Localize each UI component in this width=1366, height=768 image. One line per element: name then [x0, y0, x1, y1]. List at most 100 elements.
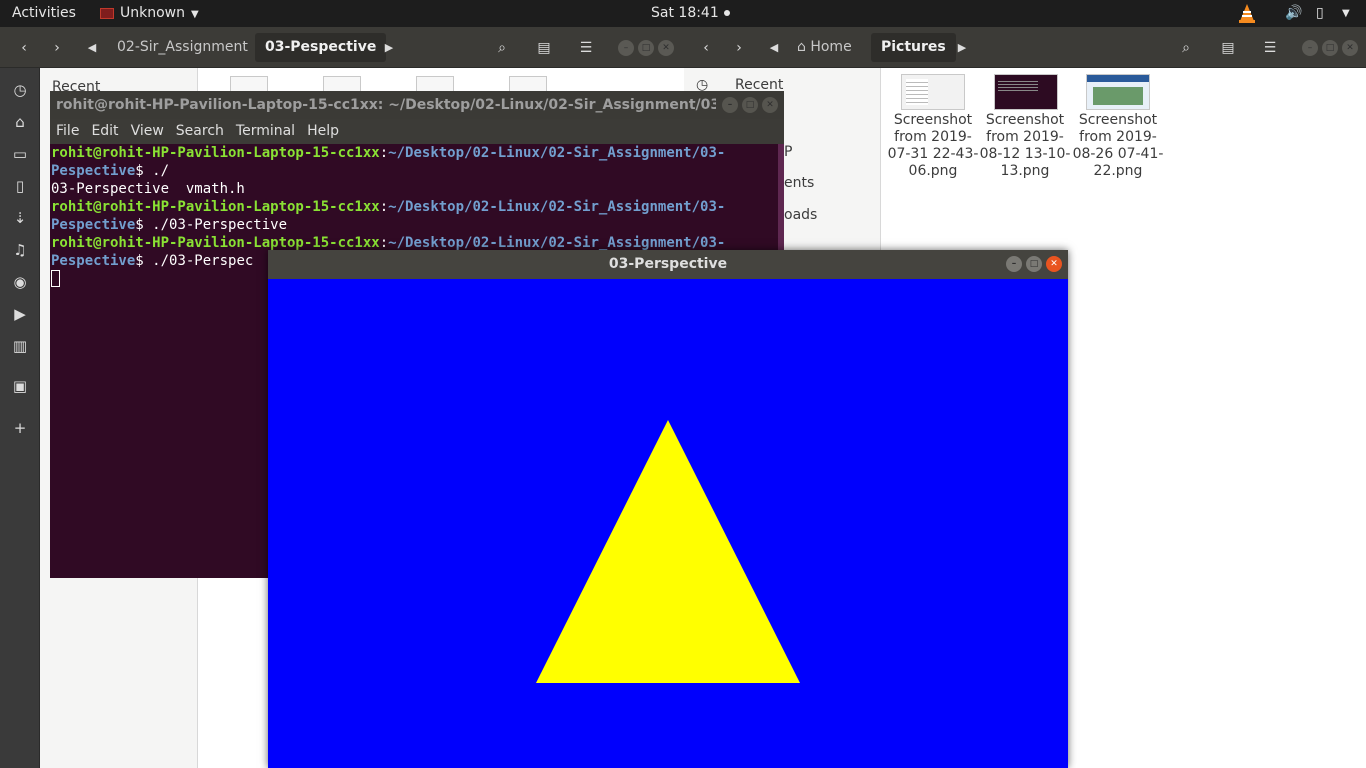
file-name-line: 06.png: [908, 163, 958, 179]
prompt-path: ~/Desktop/02-Linux/02-Sir_Assignment/03-: [388, 145, 726, 161]
prompt-user: rohit@rohit-HP-Pavilion-Laptop-15-cc1xx: [51, 145, 380, 161]
view-toggle-button[interactable]: ▤: [1214, 33, 1242, 62]
prompt-path: ~/Desktop/02-Linux/02-Sir_Assignment/03-: [388, 199, 726, 215]
file-item[interactable]: Screenshot from 2019- 07-31 22-43- 06.pn…: [887, 68, 979, 188]
maximize-button[interactable]: □: [1026, 256, 1042, 272]
file-name-line: Screenshot: [893, 112, 973, 128]
minimize-button[interactable]: –: [618, 40, 634, 56]
path-item-03-pespective[interactable]: 03-Pespective: [255, 33, 387, 62]
path-scroll-left-button[interactable]: ◀: [82, 33, 102, 62]
menu-terminal[interactable]: Terminal: [236, 119, 295, 144]
app-icon: [100, 7, 114, 19]
command-text: ./: [143, 163, 170, 179]
opengl-titlebar: 03-Perspective – □ ✕: [268, 250, 1068, 279]
path-item-home[interactable]: ⌂ Home: [787, 33, 862, 62]
trash-icon[interactable]: ▥: [8, 334, 32, 358]
file-name-line: Screenshot: [1078, 112, 1158, 128]
menu-button[interactable]: ☰: [1256, 33, 1284, 62]
list-view-icon: ▤: [1221, 39, 1235, 56]
opengl-canvas[interactable]: [268, 279, 1068, 768]
prompt-path: Pespective: [51, 253, 136, 269]
sidebar-item-desktop[interactable]: P: [784, 144, 792, 160]
top-bar: Activities Unknown ▼ Sat 18:41 🔊 ▯ ▼: [0, 0, 1366, 27]
recent-icon[interactable]: ◷: [8, 78, 32, 102]
maximize-button[interactable]: □: [1322, 40, 1338, 56]
camera-icon[interactable]: ◉: [8, 270, 32, 294]
back-button[interactable]: ‹: [692, 33, 720, 62]
home-icon[interactable]: ⌂: [8, 110, 32, 134]
files-window-left-header: ‹ › ◀ 02-Sir_Assignment 03-Pespective ▶ …: [0, 27, 684, 68]
maximize-button[interactable]: □: [638, 40, 654, 56]
path-item-02-sir-assignment[interactable]: 02-Sir_Assignment: [107, 33, 258, 62]
search-icon: ⌕: [498, 39, 506, 56]
prompt-path: ~/Desktop/02-Linux/02-Sir_Assignment/03-: [388, 235, 726, 251]
document-icon[interactable]: ▯: [8, 174, 32, 198]
path-scroll-right-button[interactable]: ▶: [379, 33, 399, 62]
window-title: 03-Perspective: [608, 256, 728, 272]
close-button[interactable]: ✕: [1342, 40, 1358, 56]
image-thumbnail-icon: [1086, 74, 1150, 110]
prompt-path: Pespective: [51, 163, 136, 179]
home-icon: ⌂: [797, 39, 806, 55]
hamburger-icon: ☰: [579, 39, 593, 56]
back-button[interactable]: ‹: [10, 33, 38, 62]
close-button[interactable]: ✕: [1046, 256, 1062, 272]
forward-button[interactable]: ›: [725, 33, 753, 62]
menu-file[interactable]: File: [56, 119, 79, 144]
clock[interactable]: Sat 18:41: [651, 0, 730, 27]
text-cursor: [51, 270, 60, 287]
sidebar-item-downloads[interactable]: oads: [784, 207, 817, 223]
yellow-triangle: [536, 420, 800, 683]
download-icon[interactable]: ⇣: [8, 206, 32, 230]
path-scroll-left-button[interactable]: ◀: [764, 33, 784, 62]
opengl-window: 03-Perspective – □ ✕: [268, 250, 1068, 768]
search-button[interactable]: ⌕: [488, 33, 516, 62]
video-icon[interactable]: ▶: [8, 302, 32, 326]
view-toggle-button[interactable]: ▤: [530, 33, 558, 62]
close-button[interactable]: ✕: [762, 97, 778, 113]
drive-icon[interactable]: ▣: [8, 374, 32, 398]
image-thumbnail-icon: [901, 74, 965, 110]
close-button[interactable]: ✕: [658, 40, 674, 56]
system-menu-icon[interactable]: ▼: [1342, 0, 1350, 27]
file-name-line: 08-26 07-41-: [1072, 146, 1164, 162]
file-name-line: from 2019-: [894, 129, 972, 145]
prompt-user: rohit@rohit-HP-Pavilion-Laptop-15-cc1xx: [51, 199, 380, 215]
activities-button[interactable]: Activities: [12, 0, 76, 27]
menu-view[interactable]: View: [131, 119, 164, 144]
image-thumbnail-icon: [994, 74, 1058, 110]
maximize-button[interactable]: □: [742, 97, 758, 113]
command-output: 03-Perspective vmath.h: [51, 181, 245, 197]
path-item-pictures[interactable]: Pictures: [871, 33, 956, 62]
menu-button[interactable]: ☰: [572, 33, 600, 62]
minimize-button[interactable]: –: [1006, 256, 1022, 272]
menu-edit[interactable]: Edit: [91, 119, 118, 144]
file-item[interactable]: Screenshot from 2019- 08-26 07-41- 22.pn…: [1072, 68, 1164, 188]
search-button[interactable]: ⌕: [1172, 33, 1200, 62]
files-window-right-header: ‹ › ◀ ⌂ Home Pictures ▶ ⌕ ▤ ☰ – □ ✕: [684, 27, 1366, 68]
list-view-icon: ▤: [537, 39, 551, 56]
minimize-button[interactable]: –: [722, 97, 738, 113]
menu-search[interactable]: Search: [176, 119, 224, 144]
battery-icon[interactable]: ▯: [1316, 0, 1324, 27]
volume-icon[interactable]: 🔊: [1285, 0, 1302, 27]
terminal-menubar: File Edit View Search Terminal Help: [50, 119, 784, 144]
file-item[interactable]: Screenshot from 2019- 08-12 13-10- 13.pn…: [979, 68, 1071, 188]
chevron-down-icon: ▼: [191, 9, 199, 20]
menu-help[interactable]: Help: [307, 119, 339, 144]
file-name-line: 08-12 13-10-: [979, 146, 1071, 162]
hamburger-icon: ☰: [1263, 39, 1277, 56]
forward-button[interactable]: ›: [43, 33, 71, 62]
app-menu[interactable]: Unknown ▼: [100, 0, 199, 27]
render-surface: [536, 420, 800, 683]
path-scroll-right-button[interactable]: ▶: [952, 33, 972, 62]
prompt-user: rohit@rohit-HP-Pavilion-Laptop-15-cc1xx: [51, 235, 380, 251]
minimize-button[interactable]: –: [1302, 40, 1318, 56]
command-text: ./03-Perspective: [143, 217, 288, 233]
sidebar-item-documents[interactable]: ents: [784, 175, 814, 191]
add-location-icon[interactable]: +: [8, 416, 32, 440]
music-icon[interactable]: ♫: [8, 238, 32, 262]
vlc-tray-icon[interactable]: [1238, 0, 1256, 27]
folder-icon[interactable]: ▭: [8, 142, 32, 166]
terminal-titlebar: rohit@rohit-HP-Pavilion-Laptop-15-cc1xx:…: [50, 91, 784, 119]
